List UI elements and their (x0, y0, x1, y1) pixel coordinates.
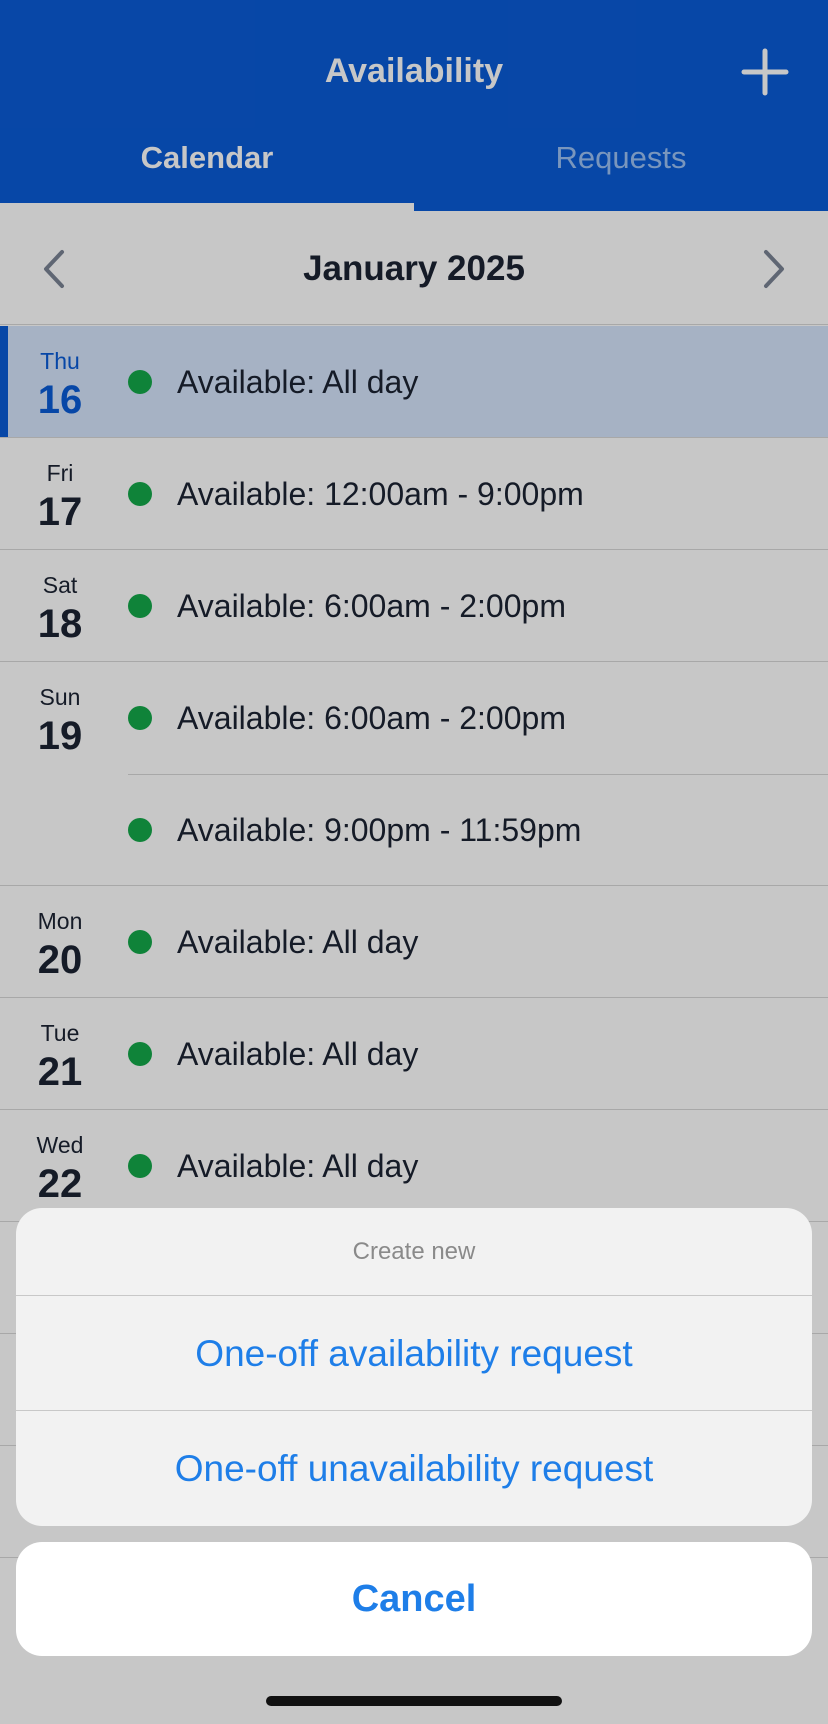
action-sheet-title: Create new (16, 1208, 812, 1296)
app-screen: Availability Calendar Requests January 2… (0, 0, 828, 1724)
home-indicator (266, 1696, 562, 1706)
availability-request-option[interactable]: One-off availability request (16, 1297, 812, 1411)
create-new-action-sheet: Create new One-off availability request … (16, 1208, 812, 1526)
cancel-button[interactable]: Cancel (16, 1542, 812, 1656)
unavailability-request-option[interactable]: One-off unavailability request (16, 1412, 812, 1526)
